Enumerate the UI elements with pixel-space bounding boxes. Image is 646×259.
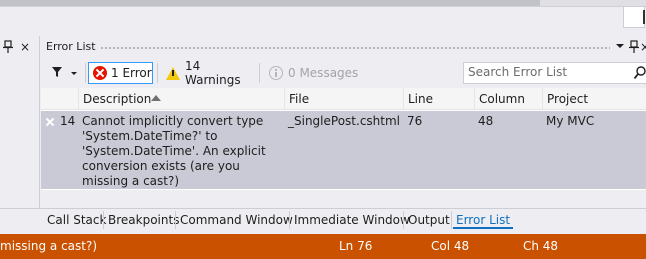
title-bar-grip[interactable] xyxy=(100,46,610,51)
errors-filter-button[interactable]: 1 Error xyxy=(88,62,153,84)
tool-window-title: Error List xyxy=(46,40,96,53)
toolbar-separator xyxy=(259,63,260,83)
column-header-column[interactable]: Column xyxy=(474,88,542,110)
error-icon xyxy=(93,66,107,80)
error-file: _SinglePost.cshtml xyxy=(288,114,400,128)
error-line: 76 xyxy=(407,114,423,128)
messages-filter-label: 0 Messages xyxy=(288,66,359,80)
column-header-project[interactable]: Project xyxy=(542,88,646,110)
tab-immediate-window[interactable]: Immediate Window xyxy=(291,211,413,229)
editor-scrollbar-thumb[interactable] xyxy=(0,0,540,6)
toolbar-separator xyxy=(85,63,86,83)
status-column: Col 48 xyxy=(431,239,470,253)
chevron-down-icon[interactable] xyxy=(71,72,77,75)
pin-icon[interactable] xyxy=(629,40,639,54)
tab-output[interactable]: Output xyxy=(405,211,453,229)
tab-separator xyxy=(451,211,452,229)
sort-ascending-icon xyxy=(151,95,161,101)
warnings-filter-button[interactable]: 14 Warnings xyxy=(160,59,256,87)
editor-text-cursor xyxy=(643,10,645,24)
error-column: 48 xyxy=(478,114,494,128)
close-icon[interactable]: × xyxy=(640,40,646,54)
tab-error-list[interactable]: Error List xyxy=(453,211,514,229)
filter-icon xyxy=(52,67,62,77)
messages-filter-button[interactable]: 0 Messages xyxy=(263,62,363,84)
close-icon[interactable]: × xyxy=(20,40,34,54)
tab-separator xyxy=(289,211,290,229)
tab-breakpoints[interactable]: Breakpoints xyxy=(105,211,182,229)
column-header-icon[interactable] xyxy=(41,88,78,110)
toolbar-separator xyxy=(157,63,158,83)
warnings-filter-label: 14 Warnings xyxy=(185,59,241,87)
status-line: Ln 76 xyxy=(339,239,373,253)
errors-filter-label: 1 Error xyxy=(111,66,152,80)
tab-separator xyxy=(403,211,404,229)
tab-call-stack[interactable]: Call Stack xyxy=(44,211,109,229)
tab-command-window[interactable]: Command Window xyxy=(177,211,296,229)
left-tool-panel xyxy=(0,36,40,208)
warning-icon xyxy=(166,66,180,80)
error-code: 14 xyxy=(60,114,76,128)
status-character: Ch 48 xyxy=(523,239,559,253)
tab-separator xyxy=(175,211,176,229)
info-icon xyxy=(269,66,283,80)
status-message: missing a cast?) xyxy=(0,239,98,253)
search-input[interactable] xyxy=(468,62,628,82)
search-icon[interactable] xyxy=(634,66,646,80)
tab-separator xyxy=(103,211,104,229)
editor-scroll-corner xyxy=(623,6,645,28)
error-description: Cannot implicitly convert type 'System.D… xyxy=(82,114,266,188)
error-project: My MVC xyxy=(546,114,595,128)
pin-icon[interactable] xyxy=(2,40,14,54)
column-header-description[interactable]: Description xyxy=(78,88,284,110)
column-header-file[interactable]: File xyxy=(284,88,403,110)
column-header-line[interactable]: Line xyxy=(403,88,474,110)
window-position-dropdown-icon[interactable] xyxy=(616,44,624,48)
